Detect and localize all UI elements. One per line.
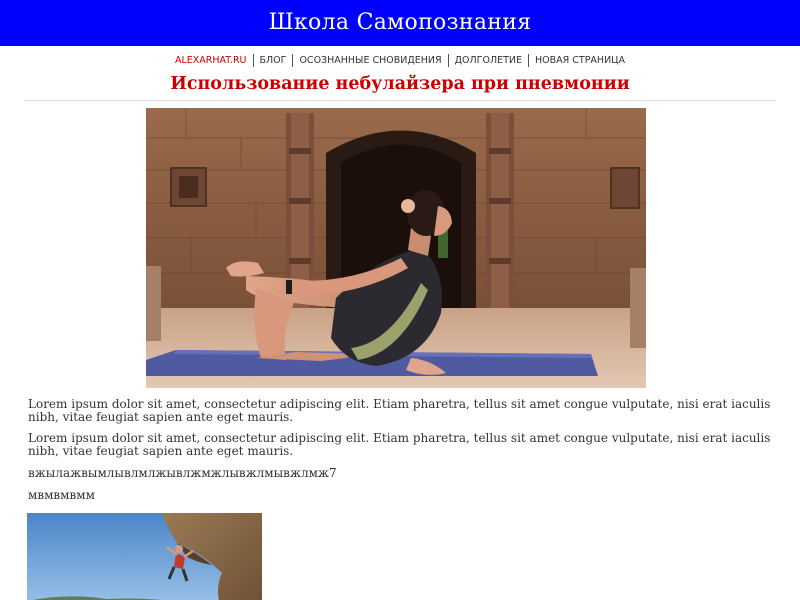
rock-climbing-photo (27, 513, 262, 600)
nav-item-alexarhat[interactable]: ALEXARHAT.RU (169, 54, 253, 67)
page-title: Использование небулайзера при пневмонии (170, 74, 630, 94)
nav-item-lucid-dreams[interactable]: ОСОЗНАННЫЕ СНОВИДЕНИЯ (292, 53, 447, 67)
top-nav: ALEXARHAT.RU БЛОГ ОСОЗНАННЫЕ СНОВИДЕНИЯ … (0, 47, 800, 73)
site-title[interactable]: Школа Самопознания (269, 10, 532, 35)
article-paragraph: Lorem ipsum dolor sit amet, consectetur … (28, 431, 771, 458)
heading-divider (24, 100, 776, 101)
nav-item-new-page[interactable]: НОВАЯ СТРАНИЦА (528, 53, 631, 67)
article-content: Lorem ipsum dolor sit amet, consectetur … (0, 398, 800, 502)
article-text-line: мвмвмвмм (28, 488, 95, 502)
nav-item-blog[interactable]: БЛОГ (252, 53, 293, 67)
yoga-photo (146, 108, 646, 388)
site-header: Школа Самопознания (0, 0, 800, 46)
nav-item-longevity[interactable]: ДОЛГОЛЕТИЕ (447, 53, 528, 67)
article-text-line: вжылажвымлывлмлжывлжмжлывжлмывжлмж7 (28, 466, 337, 480)
article-paragraph: Lorem ipsum dolor sit amet, consectetur … (28, 397, 771, 424)
